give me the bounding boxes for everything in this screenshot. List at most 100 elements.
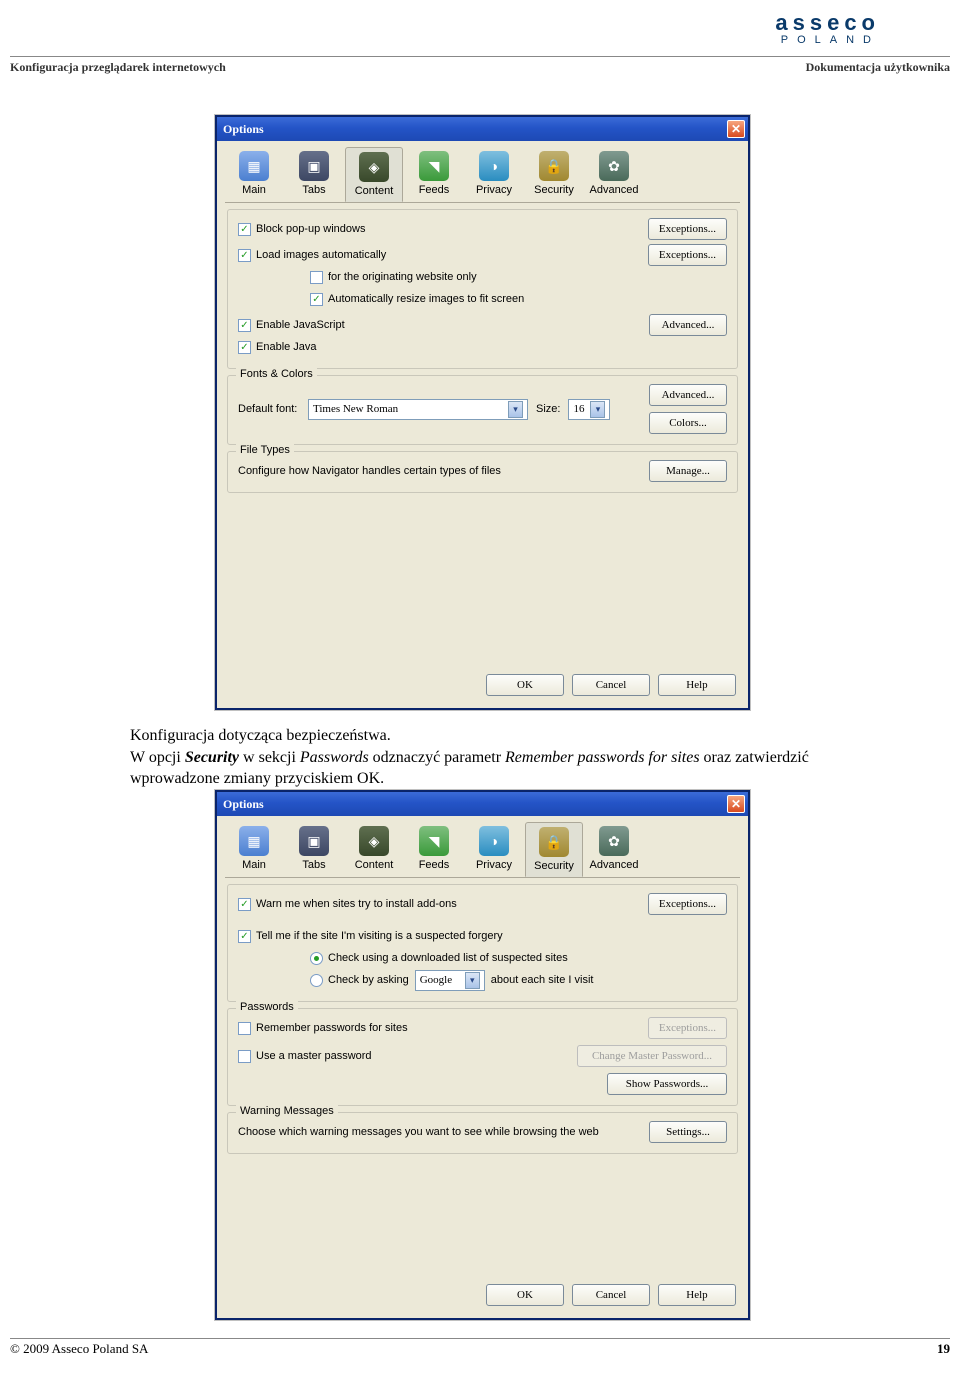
tab-security[interactable]: 🔒 Security bbox=[525, 822, 583, 877]
brand-logo: asseco POLAND bbox=[775, 10, 880, 46]
exceptions-button[interactable]: Exceptions... bbox=[648, 893, 727, 915]
tab-content[interactable]: ◈Content bbox=[345, 147, 403, 202]
checkmark-icon bbox=[238, 223, 251, 236]
size-select[interactable]: 16▾ bbox=[568, 399, 610, 420]
titlebar[interactable]: Options ✕ bbox=[217, 792, 748, 816]
enable-js-checkbox[interactable]: Enable JavaScript bbox=[238, 319, 345, 332]
ask-provider-select[interactable]: Google▾ bbox=[415, 970, 485, 991]
window-title: Options bbox=[223, 122, 727, 137]
main-icon: ▦ bbox=[239, 826, 269, 856]
chevron-down-icon: ▾ bbox=[590, 401, 605, 418]
warning-messages-group: Warning Messages Choose which warning me… bbox=[227, 1112, 738, 1154]
cancel-button[interactable]: Cancel bbox=[572, 674, 650, 696]
tab-advanced[interactable]: ✿Advanced bbox=[585, 147, 643, 202]
tab-tabs-label: Tabs bbox=[302, 184, 325, 196]
exceptions-button[interactable]: Exceptions... bbox=[648, 244, 727, 266]
tab-main-label: Main bbox=[242, 859, 266, 871]
enable-js-label: Enable JavaScript bbox=[256, 319, 345, 331]
font-select[interactable]: Times New Roman▾ bbox=[308, 399, 528, 420]
tab-security[interactable]: 🔒Security bbox=[525, 147, 583, 202]
help-button[interactable]: Help bbox=[658, 1284, 736, 1306]
checkmark-icon bbox=[238, 930, 251, 943]
body-frag: w sekcji bbox=[239, 749, 300, 766]
tab-content[interactable]: ◈Content bbox=[345, 822, 403, 877]
tab-privacy[interactable]: ◑Privacy bbox=[465, 147, 523, 202]
passwords-group: Passwords Remember passwords for sites E… bbox=[227, 1008, 738, 1106]
tab-tabs[interactable]: ▣Tabs bbox=[285, 822, 343, 877]
help-button[interactable]: Help bbox=[658, 674, 736, 696]
header-rule bbox=[10, 56, 950, 57]
tab-content-label: Content bbox=[355, 185, 394, 197]
radio-icon bbox=[310, 974, 323, 987]
fonts-colors-group: Fonts & Colors Default font: Times New R… bbox=[227, 375, 738, 445]
checkbox-icon bbox=[238, 1022, 251, 1035]
advanced-button[interactable]: Advanced... bbox=[649, 314, 727, 336]
check-ask-radio[interactable]: Check by asking bbox=[310, 974, 409, 987]
titlebar[interactable]: Options ✕ bbox=[217, 117, 748, 141]
tab-feeds[interactable]: ◥Feeds bbox=[405, 147, 463, 202]
logo-text: asseco bbox=[775, 10, 880, 36]
body-paragraph: Konfiguracja dotycząca bezpieczeństwa. W… bbox=[130, 725, 870, 790]
manage-button[interactable]: Manage... bbox=[649, 460, 727, 482]
header-right-text: Dokumentacja użytkownika bbox=[806, 60, 950, 75]
exceptions-button[interactable]: Exceptions... bbox=[648, 218, 727, 240]
block-popups-checkbox[interactable]: Block pop-up windows bbox=[238, 223, 365, 236]
tell-forgery-checkbox[interactable]: Tell me if the site I'm visiting is a su… bbox=[238, 930, 503, 943]
font-select-value: Times New Roman bbox=[313, 403, 398, 415]
category-toolbar: ▦Main ▣ Tabs ◈Content ◥Feeds ◑Privacy 🔒Se… bbox=[217, 141, 748, 202]
check-ask-label: Check by asking bbox=[328, 974, 409, 986]
remember-passwords-checkbox[interactable]: Remember passwords for sites bbox=[238, 1022, 408, 1035]
master-password-label: Use a master password bbox=[256, 1050, 372, 1062]
file-types-text: Configure how Navigator handles certain … bbox=[238, 465, 501, 477]
options-dialog-content: Options ✕ ▦Main ▣ Tabs ◈Content ◥Feeds ◑P… bbox=[215, 115, 750, 710]
close-icon[interactable]: ✕ bbox=[727, 120, 745, 138]
auto-resize-checkbox[interactable]: Automatically resize images to fit scree… bbox=[310, 293, 524, 306]
cancel-button[interactable]: Cancel bbox=[572, 1284, 650, 1306]
checkmark-icon bbox=[238, 249, 251, 262]
ok-button[interactable]: OK bbox=[486, 1284, 564, 1306]
dialog-buttons: OK Cancel Help bbox=[486, 674, 736, 696]
tab-main[interactable]: ▦ Main bbox=[225, 822, 283, 877]
load-images-checkbox[interactable]: Load images automatically bbox=[238, 249, 386, 262]
originating-only-checkbox[interactable]: for the originating website only bbox=[310, 271, 477, 284]
auto-resize-label: Automatically resize images to fit scree… bbox=[328, 293, 524, 305]
default-font-label: Default font: bbox=[238, 403, 308, 415]
privacy-icon: ◑ bbox=[479, 826, 509, 856]
warn-addons-checkbox[interactable]: Warn me when sites try to install add-on… bbox=[238, 898, 457, 911]
remember-passwords-label: Remember passwords for sites bbox=[256, 1022, 408, 1034]
tab-feeds[interactable]: ◥Feeds bbox=[405, 822, 463, 877]
tab-tabs[interactable]: ▣ Tabs bbox=[285, 147, 343, 202]
check-downloaded-radio[interactable]: Check using a downloaded list of suspect… bbox=[310, 952, 568, 965]
security-main-group: Warn me when sites try to install add-on… bbox=[227, 884, 738, 1002]
tab-advanced-label: Advanced bbox=[590, 184, 639, 196]
enable-java-checkbox[interactable]: Enable Java bbox=[238, 341, 317, 354]
page-number: 19 bbox=[937, 1341, 950, 1357]
warning-messages-legend: Warning Messages bbox=[236, 1105, 338, 1117]
tab-security-label: Security bbox=[534, 860, 574, 872]
tabs-icon: ▣ bbox=[299, 151, 329, 181]
tab-main[interactable]: ▦Main bbox=[225, 147, 283, 202]
checkmark-icon bbox=[310, 293, 323, 306]
tab-privacy-label: Privacy bbox=[476, 859, 512, 871]
tab-main-label: Main bbox=[242, 184, 266, 196]
close-icon[interactable]: ✕ bbox=[727, 795, 745, 813]
ok-button[interactable]: OK bbox=[486, 674, 564, 696]
tab-privacy[interactable]: ◑ Privacy bbox=[465, 822, 523, 877]
tab-advanced-label: Advanced bbox=[590, 859, 639, 871]
file-types-group: File Types Configure how Navigator handl… bbox=[227, 451, 738, 493]
window-title: Options bbox=[223, 797, 727, 812]
footer-rule bbox=[10, 1338, 950, 1339]
feeds-icon: ◥ bbox=[419, 826, 449, 856]
master-password-checkbox[interactable]: Use a master password bbox=[238, 1050, 372, 1063]
colors-button[interactable]: Colors... bbox=[649, 412, 727, 434]
body-frag-passwords: Passwords bbox=[300, 749, 369, 766]
show-passwords-button[interactable]: Show Passwords... bbox=[607, 1073, 727, 1095]
tab-privacy-label: Privacy bbox=[476, 184, 512, 196]
settings-button[interactable]: Settings... bbox=[649, 1121, 727, 1143]
body-frag-security: Security bbox=[185, 749, 239, 766]
fonts-advanced-button[interactable]: Advanced... bbox=[649, 384, 727, 406]
lock-icon: 🔒 bbox=[539, 827, 569, 857]
tab-security-label: Security bbox=[534, 184, 574, 196]
gear-icon: ✿ bbox=[599, 826, 629, 856]
tab-advanced[interactable]: ✿ Advanced bbox=[585, 822, 643, 877]
